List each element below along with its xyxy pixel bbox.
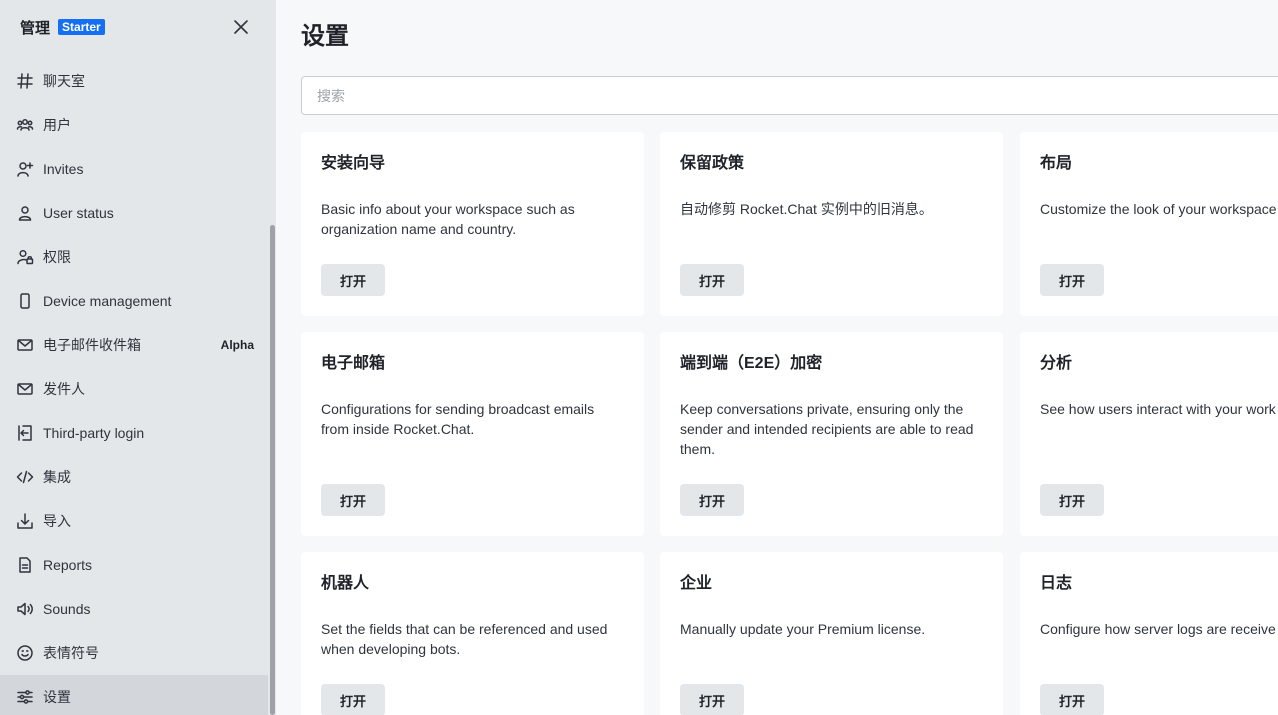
card-title: 电子邮箱 xyxy=(321,355,386,372)
sidebar-title: 管理 xyxy=(20,19,51,37)
card-title: 布局 xyxy=(1040,155,1073,172)
open-button[interactable]: 打开 xyxy=(321,684,385,715)
card-title: 保留政策 xyxy=(680,155,745,172)
code-icon xyxy=(16,468,34,486)
search-input[interactable] xyxy=(301,76,1278,115)
sidebar-item-label: Device management xyxy=(43,293,172,309)
sidebar-item-integrations[interactable]: 集成 xyxy=(0,455,268,499)
sidebar-item-invites[interactable]: Invites xyxy=(0,147,268,191)
close-icon[interactable] xyxy=(230,16,252,38)
sidebar-item-user-status[interactable]: User status xyxy=(0,191,268,235)
plan-badge: Starter xyxy=(58,19,105,35)
open-button[interactable]: 打开 xyxy=(680,484,744,516)
sound-icon xyxy=(16,600,34,618)
page-title: 设置 xyxy=(301,23,349,50)
download-icon xyxy=(16,512,34,530)
sidebar-item-device-management[interactable]: Device management xyxy=(0,279,268,323)
sidebar-item-label: User status xyxy=(43,205,114,221)
mail-icon xyxy=(16,336,34,354)
card-title: 机器人 xyxy=(321,575,370,592)
settings-card-enterprise: 企业 Manually update your Premium license.… xyxy=(660,552,1003,715)
sidebar-item-permissions[interactable]: 权限 xyxy=(0,235,268,279)
sidebar-item-label: 设置 xyxy=(43,689,71,705)
sidebar-item-label: 聊天室 xyxy=(43,73,85,89)
sidebar-item-label: Sounds xyxy=(43,601,91,617)
card-title: 企业 xyxy=(680,575,713,592)
sidebar-nav: 聊天室 用户 Invites User status 权限 Device man… xyxy=(0,59,268,715)
settings-card-logs: 日志 Configure how server logs are receive… xyxy=(1020,552,1278,715)
sidebar-header: 管理 Starter xyxy=(20,14,252,40)
sidebar-item-label: 表情符号 xyxy=(43,645,99,661)
sidebar-item-label: 导入 xyxy=(43,513,71,529)
admin-sidebar: 管理 Starter 聊天室 用户 Invites User status 权限… xyxy=(0,0,276,715)
sidebar-scrollbar[interactable] xyxy=(270,225,275,715)
customize-icon xyxy=(16,688,34,706)
hash-icon xyxy=(16,72,34,90)
card-title: 日志 xyxy=(1040,575,1073,592)
open-button[interactable]: 打开 xyxy=(1040,264,1104,296)
open-button[interactable]: 打开 xyxy=(1040,684,1104,715)
document-icon xyxy=(16,556,34,574)
open-button[interactable]: 打开 xyxy=(680,264,744,296)
settings-card-bots: 机器人 Set the fields that can be reference… xyxy=(301,552,644,715)
sidebar-item-settings[interactable]: 设置 xyxy=(0,675,268,715)
settings-card-setup-wizard: 安装向导 Basic info about your workspace suc… xyxy=(301,132,644,316)
sidebar-item-rooms[interactable]: 聊天室 xyxy=(0,59,268,103)
card-description: Basic info about your workspace such as … xyxy=(321,201,575,237)
card-title: 端到端（E2E）加密 xyxy=(680,355,823,372)
sidebar-item-label: 发件人 xyxy=(43,381,85,397)
user-lock-icon xyxy=(16,248,34,266)
card-title: 分析 xyxy=(1040,355,1073,372)
sidebar-item-label: 集成 xyxy=(43,469,71,485)
card-description: Set the fields that can be referenced an… xyxy=(321,621,608,657)
settings-card-email: 电子邮箱 Configurations for sending broadcas… xyxy=(301,332,644,536)
user-icon xyxy=(16,204,34,222)
sidebar-item-label: Third-party login xyxy=(43,425,145,441)
alpha-tag: Alpha xyxy=(220,338,254,352)
team-icon xyxy=(16,116,34,134)
mail-outline-icon xyxy=(16,380,34,398)
sidebar-item-mailer[interactable]: 发件人 xyxy=(0,367,268,411)
sidebar-item-label: 权限 xyxy=(43,249,71,265)
sidebar-item-import[interactable]: 导入 xyxy=(0,499,268,543)
sidebar-item-users[interactable]: 用户 xyxy=(0,103,268,147)
sidebar-item-label: Invites xyxy=(43,161,84,177)
login-icon xyxy=(16,424,34,442)
open-button[interactable]: 打开 xyxy=(1040,484,1104,516)
sidebar-item-label: 用户 xyxy=(43,117,71,133)
card-title: 安装向导 xyxy=(321,155,386,172)
settings-card-layout: 布局 Customize the look of your workspace … xyxy=(1020,132,1278,316)
emoji-icon xyxy=(16,644,34,662)
app: 管理 Starter 聊天室 用户 Invites User status 权限… xyxy=(0,0,1278,715)
sidebar-item-reports[interactable]: Reports xyxy=(0,543,268,587)
settings-main: 设置 安装向导 Basic info about your workspace … xyxy=(276,0,1278,715)
card-description: See how users interact with your work xyxy=(1040,401,1276,417)
user-plus-icon xyxy=(16,160,34,178)
card-description: Configurations for sending broadcast ema… xyxy=(321,401,595,437)
card-description: 自动修剪 Rocket.Chat 实例中的旧消息。 xyxy=(680,201,933,217)
sidebar-item-label: Reports xyxy=(43,557,93,573)
sidebar-item-email-inboxes[interactable]: 电子邮件收件箱 Alpha xyxy=(0,323,268,367)
sidebar-item-label: 电子邮件收件箱 xyxy=(43,337,141,353)
open-button[interactable]: 打开 xyxy=(321,264,385,296)
settings-card-e2e-encryption: 端到端（E2E）加密 Keep conversations private, e… xyxy=(660,332,1003,536)
open-button[interactable]: 打开 xyxy=(680,684,744,715)
card-description: Keep conversations private, ensuring onl… xyxy=(680,401,974,457)
card-description: Configure how server logs are receive xyxy=(1040,621,1276,637)
settings-card-analytics: 分析 See how users interact with your work… xyxy=(1020,332,1278,536)
sidebar-item-third-party-login[interactable]: Third-party login xyxy=(0,411,268,455)
sidebar-item-sounds[interactable]: Sounds xyxy=(0,587,268,631)
sidebar-item-emoji[interactable]: 表情符号 xyxy=(0,631,268,675)
settings-card-retention-policy: 保留政策 自动修剪 Rocket.Chat 实例中的旧消息。 打开 xyxy=(660,132,1003,316)
mobile-icon xyxy=(16,292,34,310)
card-description: Manually update your Premium license. xyxy=(680,621,926,637)
open-button[interactable]: 打开 xyxy=(321,484,385,516)
card-description: Customize the look of your workspace xyxy=(1040,201,1277,217)
